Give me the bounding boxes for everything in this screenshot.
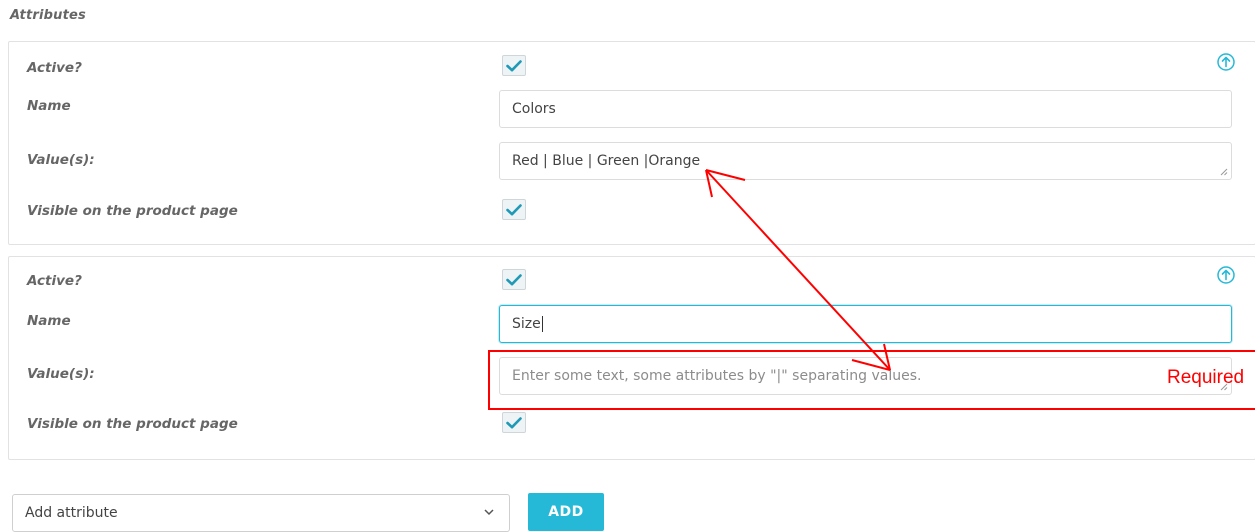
annotation-arrow: [705, 169, 891, 371]
